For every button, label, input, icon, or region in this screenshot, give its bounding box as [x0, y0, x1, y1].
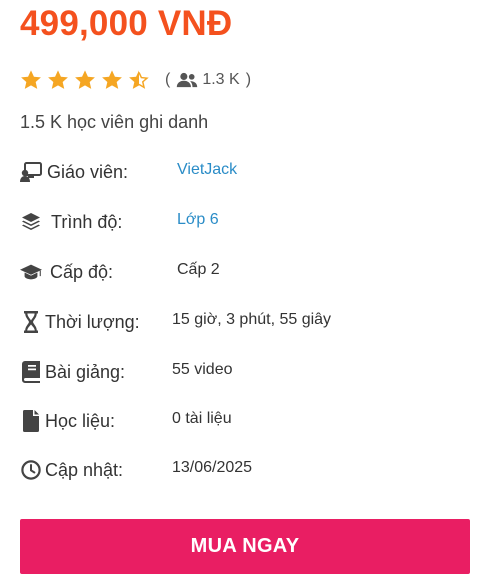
clock-icon: [20, 459, 42, 481]
users-icon: [177, 72, 198, 88]
buy-now-button[interactable]: MUA NGAY: [20, 519, 470, 574]
layers-icon: [20, 211, 42, 233]
detail-row-lectures: Bài giảng:: [20, 359, 125, 385]
teacher-icon: [20, 161, 42, 183]
detail-row-teacher: Giáo viên:: [20, 159, 128, 185]
enrolled-count: 1.5 K học viên ghi danh: [20, 112, 209, 132]
star-icon: [48, 70, 68, 89]
detail-label: Giáo viên:: [47, 161, 129, 182]
rating-count-close: ): [245, 71, 252, 88]
course-price: 499,000 VNĐ: [20, 4, 233, 43]
duration-value: 15 giờ, 3 phút, 55 giây: [172, 311, 332, 328]
star-rating: [20, 69, 150, 91]
hourglass-icon: [20, 311, 42, 333]
detail-row-level: Trình độ:: [20, 209, 122, 235]
detail-label: Cập nhật:: [45, 459, 124, 480]
detail-label: Trình độ:: [51, 211, 123, 232]
star-icon: [102, 70, 122, 89]
detail-label: Học liệu:: [45, 410, 116, 431]
lectures-value: 55 video: [172, 361, 233, 378]
detail-label: Cấp độ:: [50, 261, 114, 282]
graduation-cap-icon: [20, 261, 42, 283]
detail-label: Thời lượng:: [45, 311, 140, 332]
level-link[interactable]: Lớp 6: [177, 211, 219, 229]
book-icon: [20, 361, 42, 383]
grade-value: Cấp 2: [177, 261, 220, 278]
rating-count-value: 1.3 K: [202, 71, 240, 88]
rating-count-open: (: [165, 71, 171, 88]
teacher-link[interactable]: VietJack: [177, 161, 237, 179]
detail-row-materials: Học liệu:: [20, 408, 115, 434]
star-half-icon: [129, 70, 149, 89]
materials-value: 0 tài liệu: [172, 410, 232, 427]
updated-value: 13/06/2025: [172, 459, 253, 476]
detail-row-updated: Cập nhật:: [20, 457, 123, 483]
rating-row: ( 1.3 K ): [20, 66, 251, 94]
rating-count: ( 1.3 K ): [165, 71, 251, 89]
detail-row-grade: Cấp độ:: [20, 259, 113, 285]
detail-row-duration: Thời lượng:: [20, 309, 140, 335]
detail-label: Bài giảng:: [45, 361, 126, 382]
star-icon: [21, 70, 41, 89]
file-icon: [20, 410, 42, 432]
star-icon: [75, 70, 95, 89]
